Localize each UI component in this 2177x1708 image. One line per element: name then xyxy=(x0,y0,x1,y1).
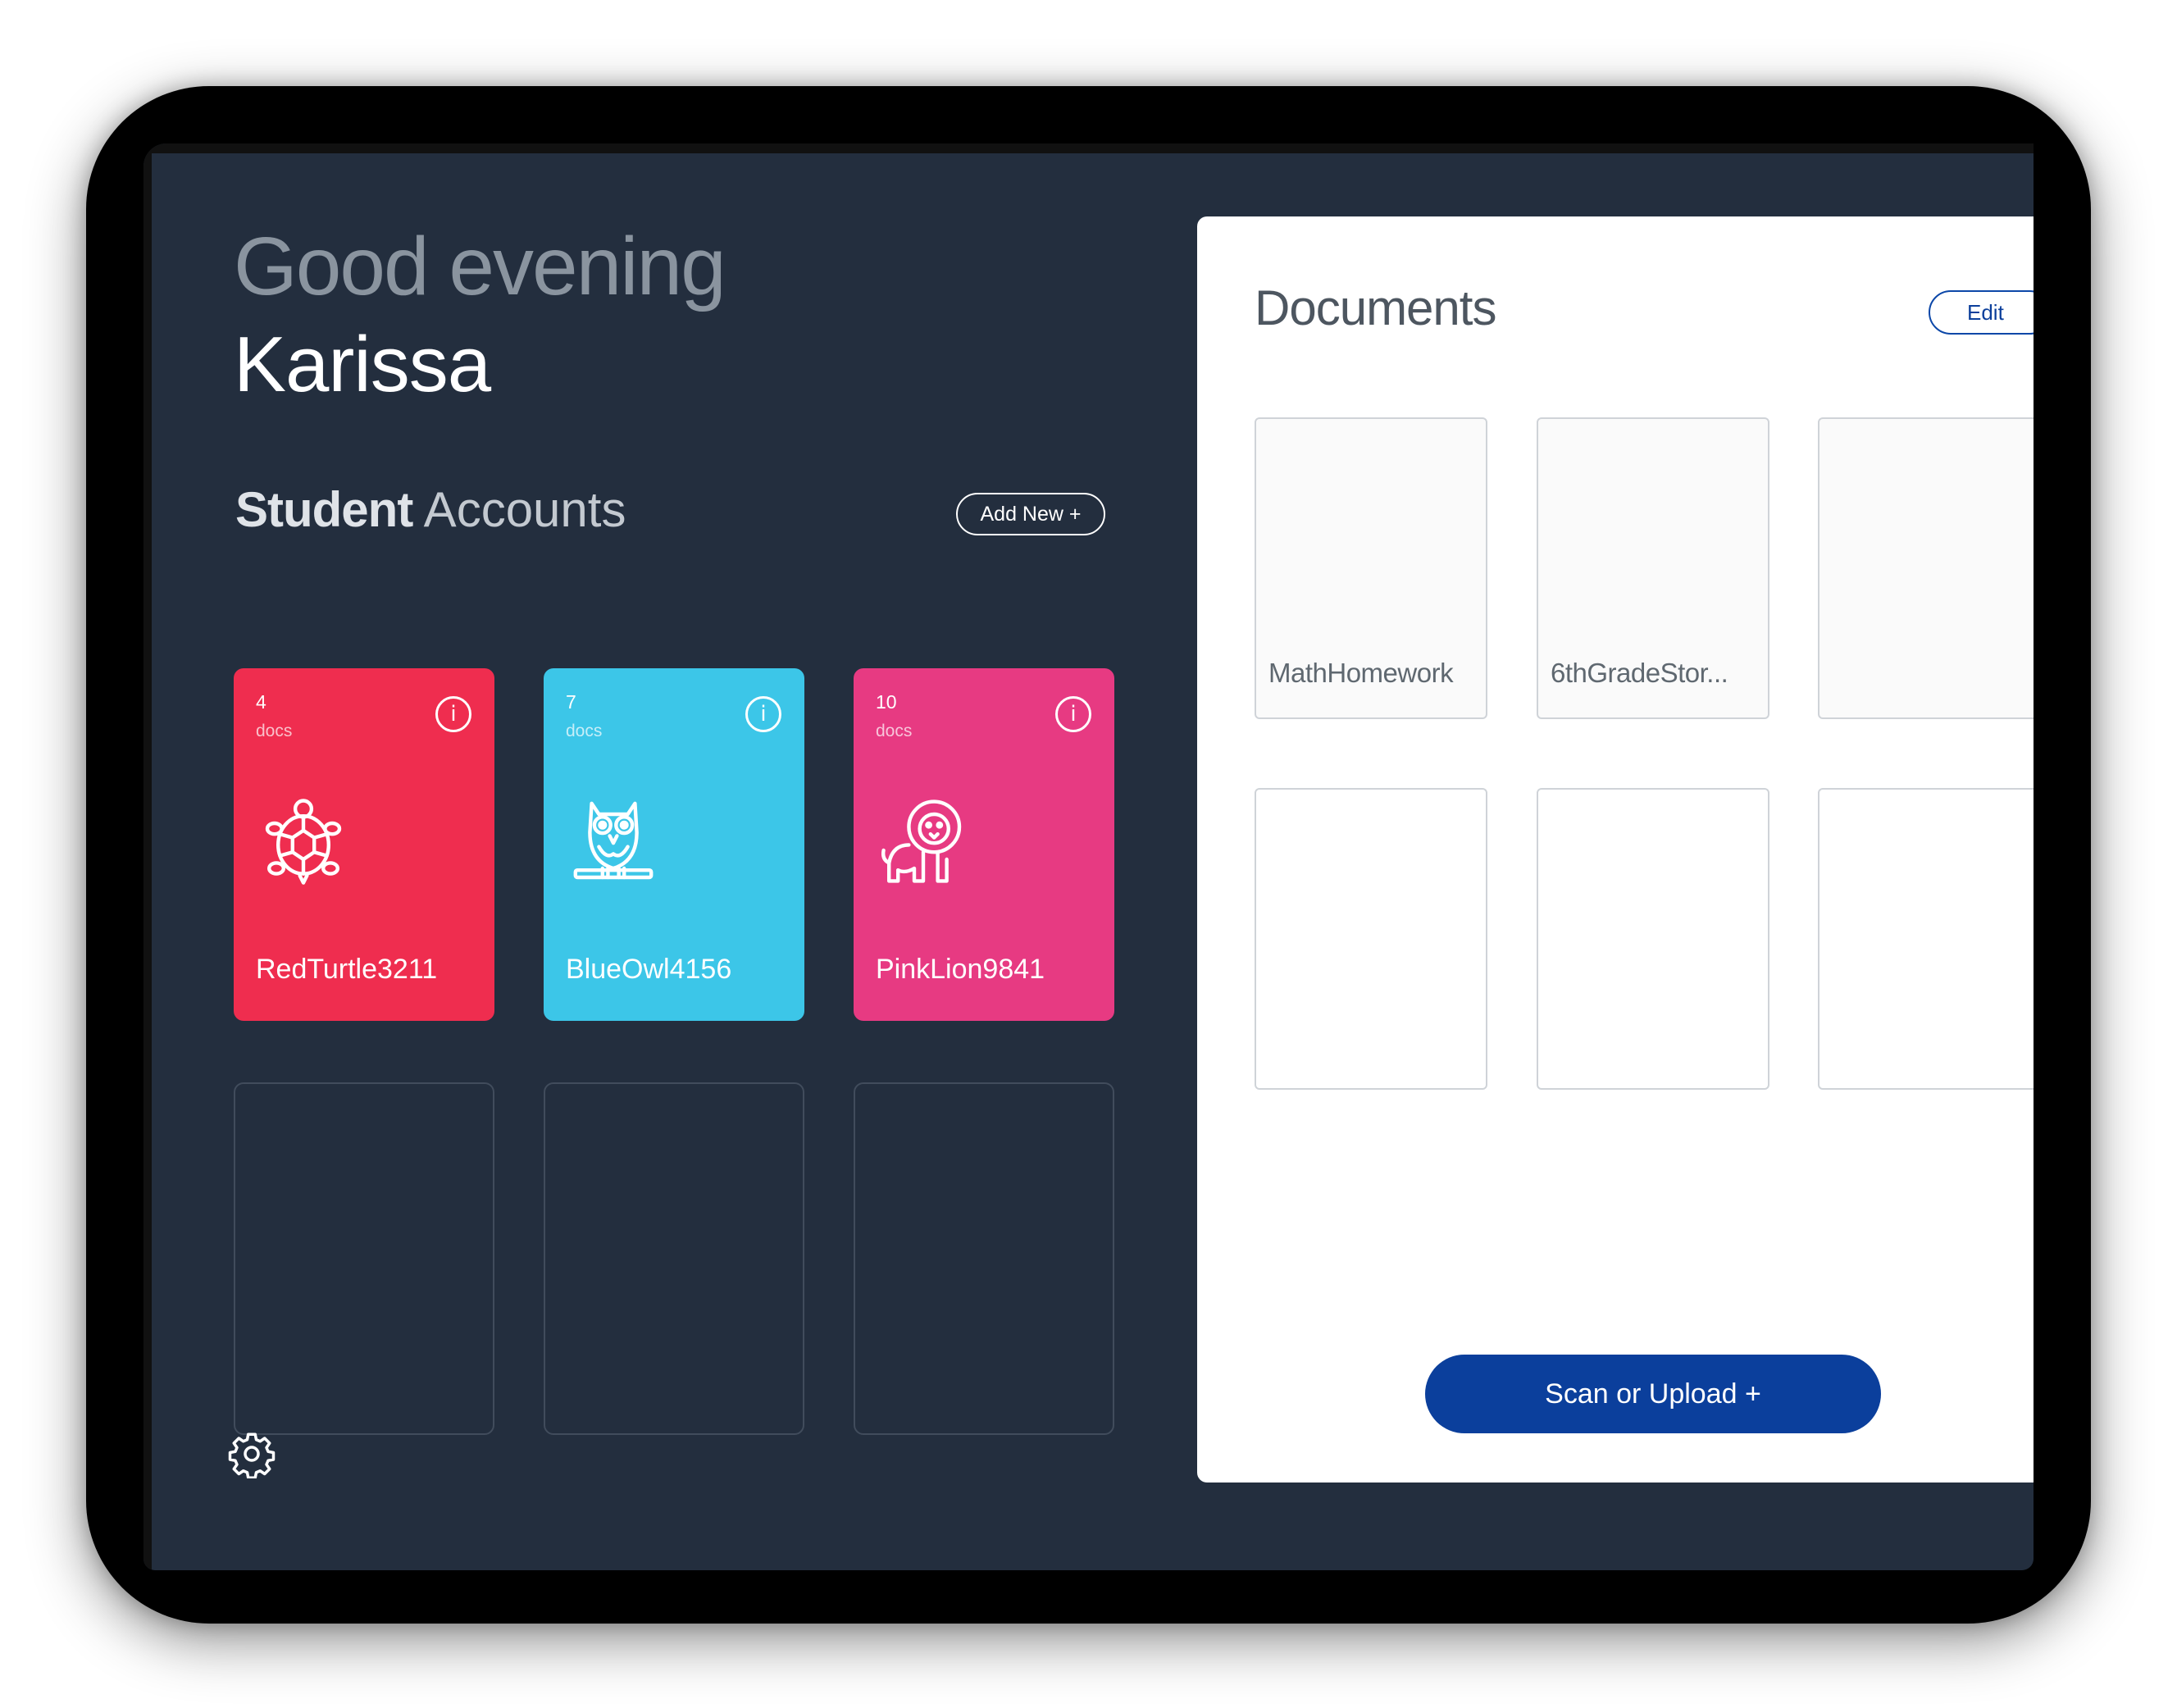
heading-bold-part: Student xyxy=(235,482,413,537)
gear-icon[interactable] xyxy=(227,1429,276,1478)
document-name: 6thGradeStor... xyxy=(1551,658,1728,688)
document-thumbnail[interactable] xyxy=(1818,417,2034,719)
empty-account-slot[interactable] xyxy=(854,1082,1114,1435)
turtle-icon xyxy=(265,799,342,885)
owl-icon xyxy=(573,801,654,880)
heading-light-part: Accounts xyxy=(423,482,626,537)
tablet-frame: Good evening Karissa Student Accounts Ad… xyxy=(86,86,2091,1624)
empty-document-slot[interactable] xyxy=(1255,788,1487,1090)
doc-count: 4 xyxy=(256,691,266,713)
lion-icon xyxy=(881,799,962,883)
student-card-blueowl[interactable]: 7 docs i BlueOwl4156 xyxy=(544,668,804,1021)
student-username: BlueOwl4156 xyxy=(566,954,732,985)
student-card-pinklion[interactable]: 10 docs i PinkLion9841 xyxy=(854,668,1114,1021)
documents-panel: Documents Edit MathHomework 6thGradeStor… xyxy=(1197,216,2034,1483)
user-name: Karissa xyxy=(234,321,491,408)
add-new-button[interactable]: Add New + xyxy=(956,493,1105,535)
doc-count: 7 xyxy=(566,691,576,713)
doc-count-label: docs xyxy=(566,722,603,740)
doc-count-label: docs xyxy=(256,722,293,740)
screen-edge-top xyxy=(143,143,2034,153)
scan-or-upload-button[interactable]: Scan or Upload + xyxy=(1425,1355,1881,1433)
student-accounts-heading: Student Accounts xyxy=(235,485,626,535)
info-icon[interactable]: i xyxy=(435,696,471,732)
info-icon[interactable]: i xyxy=(1055,696,1091,732)
empty-document-slot[interactable] xyxy=(1818,788,2034,1090)
empty-account-slot[interactable] xyxy=(234,1082,494,1435)
student-username: RedTurtle3211 xyxy=(256,954,438,985)
student-card-redturtle[interactable]: 4 docs i RedTurtle3211 xyxy=(234,668,494,1021)
screen-edge-left xyxy=(143,143,152,1570)
empty-document-slot[interactable] xyxy=(1537,788,1769,1090)
info-icon[interactable]: i xyxy=(745,696,781,732)
doc-count: 10 xyxy=(876,691,897,713)
document-thumbnail[interactable]: MathHomework xyxy=(1255,417,1487,719)
document-name: MathHomework xyxy=(1268,658,1454,688)
doc-count-label: docs xyxy=(876,722,913,740)
edit-button[interactable]: Edit xyxy=(1929,290,2034,335)
app-screen: Good evening Karissa Student Accounts Ad… xyxy=(143,143,2034,1570)
empty-account-slot[interactable] xyxy=(544,1082,804,1435)
documents-title: Documents xyxy=(1255,280,1496,335)
student-username: PinkLion9841 xyxy=(876,954,1045,985)
greeting-text: Good evening xyxy=(234,221,726,312)
document-thumbnail[interactable]: 6thGradeStor... xyxy=(1537,417,1769,719)
